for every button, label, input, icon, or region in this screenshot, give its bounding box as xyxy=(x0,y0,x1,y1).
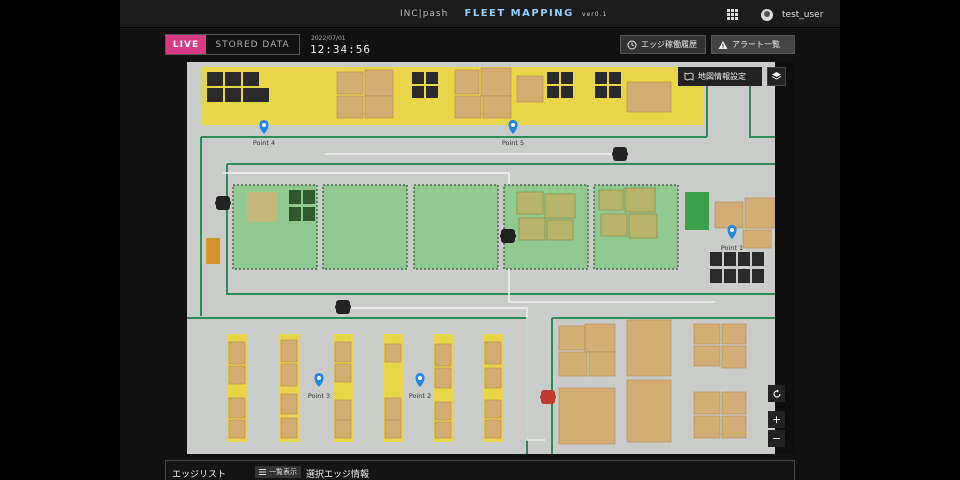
mode-toggle: LIVE STORED DATA xyxy=(165,34,300,55)
brand: INC|pash FLEET MAPPING ver0.1 xyxy=(400,8,607,19)
edge-history-label: エッジ稼働履歴 xyxy=(641,40,697,49)
rotate-icon xyxy=(772,389,781,398)
app-grid-icon[interactable] xyxy=(727,9,738,20)
robot-2[interactable] xyxy=(215,196,231,210)
robot-4[interactable] xyxy=(335,300,351,314)
map-icon xyxy=(684,72,694,81)
stored-data-button[interactable]: STORED DATA xyxy=(206,35,299,54)
selected-edge-heading: 選択エッジ情報 xyxy=(306,470,370,480)
list-view-label: 一覧表示 xyxy=(269,468,297,476)
zoom-in-button[interactable]: + xyxy=(768,411,785,428)
user-avatar-icon[interactable] xyxy=(761,9,773,21)
green-bin xyxy=(685,192,709,230)
warehouse-map[interactable]: Point 4 Point 5 Point 1 Point 3 Point 2 xyxy=(187,62,795,454)
alert-list-button[interactable]: アラート一覧 xyxy=(711,35,795,54)
app-title: FLEET MAPPING xyxy=(464,8,574,19)
company-logo: INC|pash xyxy=(400,9,449,19)
zoom-out-button[interactable]: − xyxy=(768,430,785,447)
layers-icon xyxy=(771,72,782,80)
app-window: INC|pash FLEET MAPPING ver0.1 test_user … xyxy=(120,0,840,480)
forklift xyxy=(206,238,220,264)
username[interactable]: test_user xyxy=(782,10,823,20)
reset-view-button[interactable] xyxy=(768,385,785,402)
point-4-label: Point 4 xyxy=(253,139,275,147)
point-5-label: Point 5 xyxy=(502,139,524,147)
zone-3 xyxy=(413,184,499,270)
alert-list-label: アラート一覧 xyxy=(732,40,780,49)
current-time: 12:34:56 xyxy=(310,43,371,56)
zone-2 xyxy=(322,184,408,270)
top-bar: INC|pash FLEET MAPPING ver0.1 test_user xyxy=(120,0,840,28)
edge-list-heading: エッジリスト xyxy=(172,470,227,480)
bottom-panel: エッジリスト 一覧表示 選択エッジ情報 xyxy=(165,460,795,480)
map-settings-button[interactable]: 地図情報設定 xyxy=(678,67,762,86)
current-date: 2022/07/01 xyxy=(311,35,346,42)
map-canvas[interactable]: Point 4 Point 5 Point 1 Point 3 Point 2 xyxy=(187,62,795,454)
robot-3[interactable] xyxy=(500,229,516,243)
edge-history-button[interactable]: エッジ稼働履歴 xyxy=(620,35,706,54)
history-icon xyxy=(627,40,637,49)
list-view-button[interactable]: 一覧表示 xyxy=(255,466,301,478)
layers-button[interactable] xyxy=(767,67,786,86)
list-icon xyxy=(259,469,266,475)
robot-1[interactable] xyxy=(612,147,628,161)
point-2-label: Point 2 xyxy=(409,392,431,400)
control-bar: LIVE STORED DATA 2022/07/01 12:34:56 エッジ… xyxy=(120,28,840,62)
point-3-label: Point 3 xyxy=(308,392,330,400)
robot-alert[interactable] xyxy=(540,390,556,404)
map-settings-label: 地図情報設定 xyxy=(698,72,746,81)
app-version: ver0.1 xyxy=(582,11,608,18)
live-button[interactable]: LIVE xyxy=(166,35,206,54)
warning-icon xyxy=(718,40,728,49)
point-1-label: Point 1 xyxy=(721,244,743,252)
